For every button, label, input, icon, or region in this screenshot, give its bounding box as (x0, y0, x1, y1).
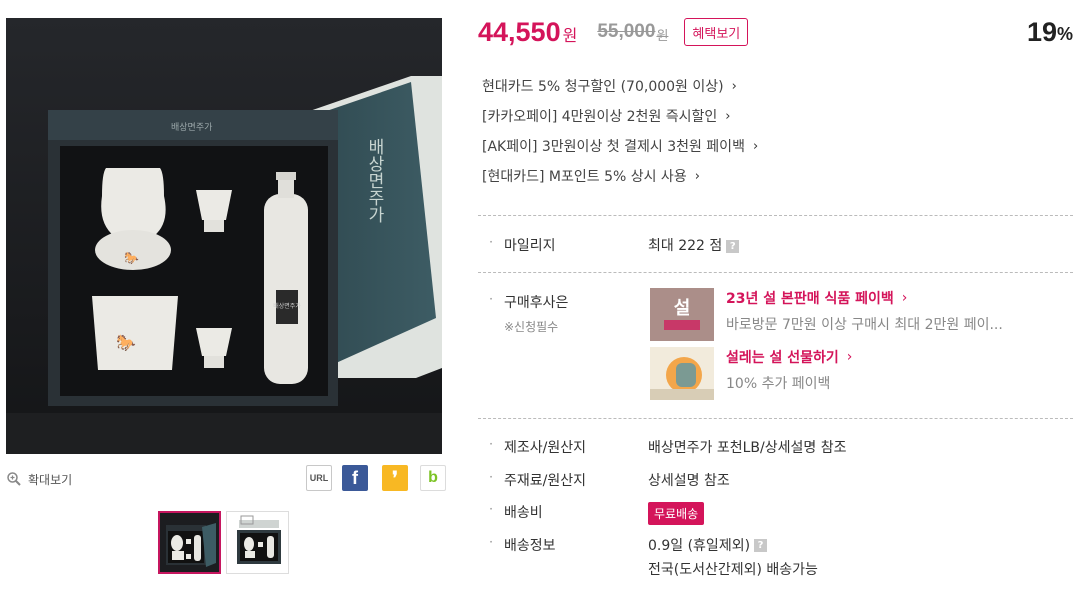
svg-text:🐎: 🐎 (116, 333, 136, 352)
after-purchase-title[interactable]: 설레는 설 선물하기 › (726, 347, 1056, 367)
material-label: · 주재료/원산지 (478, 470, 648, 490)
divider (478, 215, 1073, 216)
after-purchase-label: · 구매후사은 (478, 292, 648, 312)
free-shipping-badge: 무료배송 (648, 502, 705, 525)
shipping-fee-label-text: 배송비 (504, 505, 543, 521)
event-thumbnail[interactable]: 설 (650, 288, 714, 341)
share-url-button[interactable]: URL (306, 465, 332, 491)
maker-value: 배상면주가 포천LB/상세설명 참조 (648, 440, 847, 456)
after-purchase-title-text: 23년 설 본판매 식품 페이백 (726, 291, 894, 307)
mileage-value-text: 최대 222 점 (648, 238, 723, 254)
chevron-right-icon: › (752, 138, 759, 154)
shipping-fee-label: · 배송비 (478, 502, 648, 525)
after-purchase-desc: 10% 추가 페이백 (726, 376, 831, 392)
after-purchase-title-text: 설레는 설 선물하기 (726, 350, 839, 366)
promotion-item[interactable]: [현대카드] M포인트 5% 상시 사용 › (482, 166, 758, 186)
maker-label: · 제조사/원산지 (478, 437, 648, 457)
facebook-icon: f (352, 467, 358, 488)
bullet-icon: · (489, 535, 493, 549)
chevron-right-icon: › (725, 108, 731, 124)
help-icon[interactable]: ? (726, 239, 740, 253)
shipping-fee-value: 무료배송 (648, 502, 705, 525)
chevron-right-icon: › (846, 349, 853, 365)
shipping-info-line1: 0.9일 (휴일제외) (648, 538, 751, 554)
magnifier-icon (7, 472, 21, 486)
zoom-label: 확대보기 (28, 472, 73, 487)
shipping-fee-row: · 배송비 무료배송 (478, 502, 705, 525)
sale-price: 44,550 (478, 16, 561, 47)
shipping-info-line2: 전국(도서산간제외) 배송가능 (648, 562, 818, 578)
discount-value: 19 (1026, 16, 1057, 47)
discount-unit: % (1056, 24, 1073, 44)
benefit-view-button[interactable]: 혜택보기 (684, 18, 749, 46)
mileage-value: 최대 222 점? (648, 235, 740, 255)
chevron-right-icon: › (901, 290, 908, 306)
mileage-row: · 마일리지 최대 222 점? (478, 235, 740, 255)
bottle-label-text: 배상면주가 (273, 302, 301, 310)
promotion-item[interactable]: 현대카드 5% 청구할인 (70,000원 이상) › (482, 76, 758, 96)
after-purchase-desc: 바로방문 7만원 이상 구매시 최대 2만원 페이... (726, 317, 1003, 333)
help-icon[interactable]: ? (754, 538, 768, 552)
divider (478, 272, 1073, 273)
promotion-list: 현대카드 5% 청구할인 (70,000원 이상) › [카카오페이] 4만원이상… (482, 76, 758, 196)
after-purchase-text: 23년 설 본판매 식품 페이백 › 바로방문 7만원 이상 구매시 최대 2만원… (726, 288, 1056, 341)
material-label-text: 주재료/원산지 (504, 473, 586, 489)
mileage-label-text: 마일리지 (504, 238, 556, 254)
divider (478, 418, 1073, 419)
share-facebook-button[interactable]: f (342, 465, 368, 491)
after-purchase-row: · 구매후사은 (478, 292, 648, 312)
maker-label-text: 제조사/원산지 (504, 440, 586, 456)
material-row: · 주재료/원산지 상세설명 참조 (478, 470, 730, 490)
price-row: 44,550 원 55,000 원 혜택보기 (478, 14, 749, 50)
promotion-text: [카카오페이] 4만원이상 2천원 즉시할인 (482, 109, 718, 125)
band-icon: b (428, 469, 438, 486)
shipping-info-label-text: 배송정보 (504, 538, 556, 554)
chevron-right-icon: › (694, 168, 700, 184)
share-band-button[interactable]: b (420, 465, 446, 491)
mileage-label: · 마일리지 (478, 235, 648, 255)
chevron-right-icon: › (731, 78, 737, 94)
after-purchase-item[interactable]: 설레는 설 선물하기 › 10% 추가 페이백 (650, 347, 1056, 400)
bullet-icon: · (489, 437, 493, 451)
shipping-info-row: · 배송정보 0.9일 (휴일제외)? 전국(도서산간제외) 배송가능 (478, 535, 818, 579)
bullet-icon: · (489, 502, 493, 516)
promotion-text: [현대카드] M포인트 5% 상시 사용 (482, 169, 687, 185)
shipping-info-value: 0.9일 (휴일제외)? 전국(도서산간제외) 배송가능 (648, 535, 818, 579)
promotion-item[interactable]: [AK페이] 3만원이상 첫 결제시 3천원 페이백 › (482, 136, 758, 156)
after-purchase-text: 설레는 설 선물하기 › 10% 추가 페이백 (726, 347, 1056, 400)
event-thumbnail[interactable] (650, 347, 714, 400)
bullet-icon: · (489, 235, 493, 249)
promotion-item[interactable]: [카카오페이] 4만원이상 2천원 즉시할인 › (482, 106, 758, 126)
box-lid-text: 배상면주가 (364, 138, 384, 223)
bullet-icon: · (489, 470, 493, 484)
after-purchase-item[interactable]: 설 23년 설 본판매 식품 페이백 › 바로방문 7만원 이상 구매시 최대 2… (650, 288, 1056, 341)
bullet-icon: · (489, 292, 493, 306)
after-purchase-label-text: 구매후사은 (504, 295, 569, 311)
svg-text:설: 설 (674, 298, 691, 319)
discount-rate: 19% (1027, 14, 1073, 50)
after-purchase-title[interactable]: 23년 설 본판매 식품 페이백 › (726, 288, 1056, 308)
url-icon: URL (309, 473, 329, 483)
product-main-image[interactable]: 배상면주가 배상면주가 배상면주가 🐎 🐎 (6, 18, 442, 454)
after-purchase-sublabel: ※신청필수 (504, 320, 559, 334)
material-value: 상세설명 참조 (648, 473, 730, 489)
thumbnail-1[interactable] (158, 511, 221, 574)
svg-text:🐎: 🐎 (124, 251, 139, 265)
promotion-text: [AK페이] 3만원이상 첫 결제시 3천원 페이백 (482, 139, 745, 155)
promotion-text: 현대카드 5% 청구할인 (70,000원 이상) (482, 79, 724, 95)
share-kakaostory-button[interactable]: ❜ (382, 465, 408, 491)
thumbnail-2[interactable] (226, 511, 289, 574)
svg-text:배상면주가: 배상면주가 (171, 122, 212, 133)
original-price: 55,000 (597, 21, 656, 42)
shipping-info-label: · 배송정보 (478, 535, 648, 579)
kakaostory-icon: ❜ (392, 467, 398, 488)
maker-row: · 제조사/원산지 배상면주가 포천LB/상세설명 참조 (478, 437, 846, 457)
original-price-unit: 원 (656, 28, 669, 44)
sale-price-unit: 원 (562, 26, 578, 45)
zoom-button[interactable]: 확대보기 (6, 470, 72, 488)
